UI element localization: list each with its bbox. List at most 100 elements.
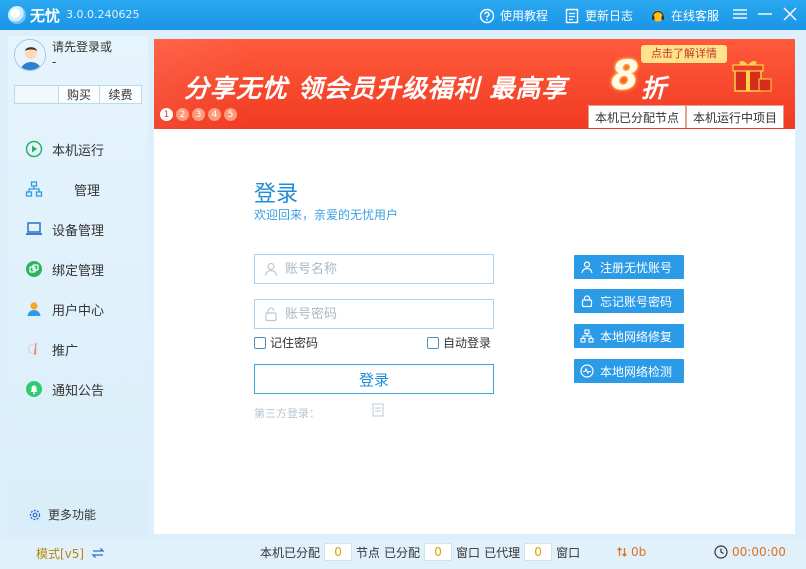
- lock-icon: [265, 307, 277, 322]
- lock-icon: [581, 295, 593, 308]
- sidebar: 请先登录或 - 购买 续费 本机运行 管理 设备管理 绑定管理 用户中心 推广 …: [8, 36, 148, 536]
- support-link[interactable]: 在线客服: [650, 7, 719, 24]
- pulse-icon: [580, 364, 594, 378]
- timer-value: 00:00:00: [732, 545, 786, 559]
- banner-dot-3[interactable]: 3: [192, 108, 205, 121]
- banner-dot-2[interactable]: 2: [176, 108, 189, 121]
- login-subtitle: 欢迎回来，亲爱的无忧用户: [254, 208, 399, 222]
- assigned-count: 0: [324, 543, 353, 561]
- auto-login-checkbox[interactable]: 自动登录: [427, 334, 491, 351]
- banner-pagination: 1 2 3 4 5: [160, 108, 237, 121]
- assigned-label: 本机已分配: [260, 545, 321, 560]
- account-status-box: [14, 85, 58, 104]
- banner-slogan: 分享无忧 领会员升级福利 最高享: [184, 74, 568, 103]
- close-icon[interactable]: [781, 5, 799, 23]
- network-check-label: 本地网络检测: [600, 364, 673, 379]
- sidebar-item-binding[interactable]: 绑定管理: [24, 258, 142, 280]
- user-icon: [581, 261, 593, 274]
- title-bar: 无忧 3.0.0.240625 使用教程 更新日志 在线客服: [0, 0, 806, 30]
- banner-dot-5[interactable]: 5: [224, 108, 237, 121]
- laptop-icon: [24, 219, 44, 239]
- auto-login-label: 自动登录: [443, 336, 492, 350]
- sidebar-item-local-run[interactable]: 本机运行: [24, 138, 142, 160]
- timer-indicator: 00:00:00: [714, 545, 786, 559]
- avatar[interactable]: [14, 39, 46, 71]
- allocated-count: 0: [424, 543, 453, 561]
- app-name: 无忧: [30, 7, 61, 25]
- user-icon: [264, 262, 278, 276]
- login-hint[interactable]: 请先登录或: [52, 40, 144, 55]
- main-panel: 分享无忧 领会员升级福利 最高享 8 折 点击了解详情 1 2 3 4 5 本机…: [154, 39, 795, 534]
- traffic-value: 0b: [631, 545, 647, 559]
- sidebar-item-label: 管理: [74, 183, 101, 199]
- play-circle-icon: [24, 139, 44, 159]
- changelog-label: 更新日志: [585, 9, 634, 23]
- proxy-count: 0: [524, 543, 553, 561]
- more-functions-label: 更多功能: [48, 508, 97, 522]
- bell-icon: [24, 379, 44, 399]
- sidebar-item-user-center[interactable]: 用户中心: [24, 298, 142, 320]
- sidebar-item-promote[interactable]: 推广: [24, 338, 142, 360]
- login-hint-sub: -: [52, 55, 57, 69]
- network-check-button[interactable]: 本地网络检测: [574, 359, 684, 383]
- swap-icon[interactable]: [90, 545, 106, 561]
- tutorial-label: 使用教程: [500, 9, 549, 23]
- mode-label[interactable]: 模式[v5]: [36, 545, 84, 562]
- tutorial-link[interactable]: 使用教程: [479, 7, 548, 24]
- network-tree-icon: [24, 179, 44, 199]
- third-party-login-label: 第三方登录：: [254, 407, 320, 420]
- login-button[interactable]: 登录: [254, 364, 494, 394]
- up-down-arrows-icon: [617, 547, 627, 557]
- document-icon: [565, 8, 579, 23]
- banner-dot-4[interactable]: 4: [208, 108, 221, 121]
- register-account-button[interactable]: 注册无忧账号: [574, 255, 684, 279]
- clock-icon: [714, 545, 728, 559]
- sidebar-item-label: 绑定管理: [52, 263, 105, 279]
- account-action-row: 购买 续费: [14, 85, 142, 104]
- banner-dot-1[interactable]: 1: [160, 108, 173, 121]
- user-icon: [24, 299, 44, 319]
- checkbox-box: [427, 336, 439, 349]
- checkbox-box: [254, 336, 266, 349]
- sidebar-item-label: 本机运行: [52, 143, 105, 159]
- gear-icon: [29, 509, 41, 520]
- gift-box-icon: [732, 60, 772, 92]
- app-version: 3.0.0.240625: [66, 8, 140, 21]
- menu-icon[interactable]: [731, 5, 749, 23]
- allocated-label: 已分配: [384, 545, 421, 560]
- tab-assigned-nodes[interactable]: 本机已分配节点: [588, 105, 687, 128]
- renew-button[interactable]: 续费: [100, 85, 142, 104]
- banner-cta-button[interactable]: 点击了解详情: [641, 45, 727, 63]
- login-title: 登录: [254, 182, 299, 207]
- sidebar-item-manage[interactable]: 管理: [24, 178, 142, 200]
- minimize-icon[interactable]: [756, 5, 774, 23]
- forgot-password-button[interactable]: 忘记账号密码: [574, 289, 684, 313]
- traffic-indicator: 0b: [616, 545, 646, 559]
- forgot-password-label: 忘记账号密码: [600, 294, 673, 309]
- sidebar-item-devices[interactable]: 设备管理: [24, 218, 142, 240]
- network-repair-button[interactable]: 本地网络修复: [574, 324, 684, 348]
- app-logo-icon: [8, 6, 26, 24]
- network-repair-label: 本地网络修复: [600, 329, 673, 344]
- third-party-login-icon[interactable]: [372, 403, 384, 417]
- buy-button[interactable]: 购买: [58, 85, 100, 104]
- support-label: 在线客服: [671, 9, 720, 23]
- username-field-wrapper: [254, 254, 494, 284]
- banner-tabs: 本机已分配节点 本机运行中项目: [588, 105, 785, 128]
- promo-banner[interactable]: 分享无忧 领会员升级福利 最高享 8 折 点击了解详情 1 2 3 4 5 本机…: [154, 39, 795, 129]
- tab-running-projects[interactable]: 本机运行中项目: [686, 105, 785, 128]
- megaphone-icon: [24, 339, 44, 359]
- password-input[interactable]: [285, 306, 493, 322]
- changelog-link[interactable]: 更新日志: [564, 7, 633, 24]
- link-icon: [24, 259, 44, 279]
- sidebar-item-notice[interactable]: 通知公告: [24, 378, 142, 400]
- sidebar-item-label: 通知公告: [52, 383, 105, 399]
- status-bar: 模式[v5] 本机已分配 0 节点 已分配 0 窗口 已代理 0 窗口 0b 0…: [0, 540, 806, 569]
- sidebar-item-label: 设备管理: [52, 223, 105, 239]
- username-input[interactable]: [285, 261, 493, 277]
- banner-discount-suffix: 折: [641, 74, 667, 103]
- status-counters: 本机已分配 0 节点 已分配 0 窗口 已代理 0 窗口: [260, 543, 580, 561]
- node-label: 节点: [356, 545, 381, 560]
- more-functions-button[interactable]: 更多功能: [28, 506, 96, 523]
- remember-password-checkbox[interactable]: 记住密码: [254, 334, 318, 351]
